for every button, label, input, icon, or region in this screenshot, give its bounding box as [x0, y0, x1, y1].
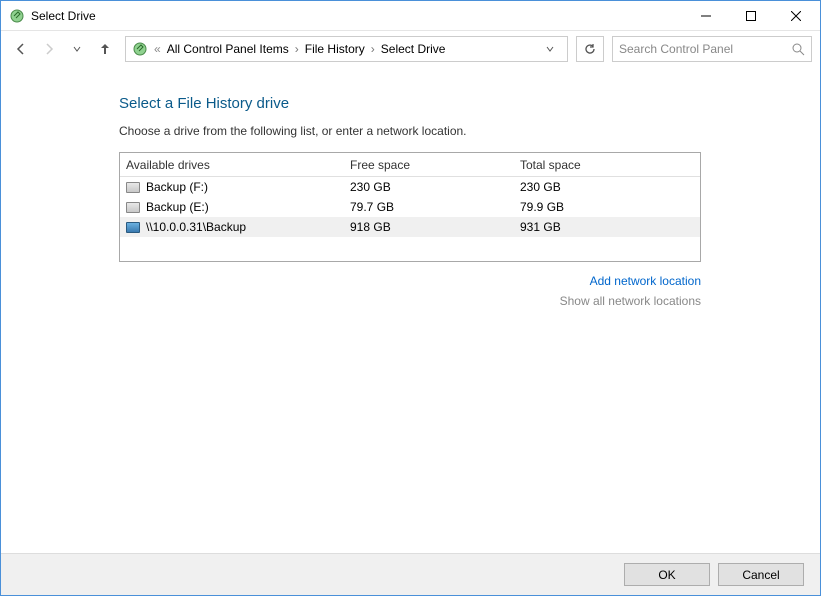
breadcrumb-item[interactable]: All Control Panel Items — [163, 40, 293, 58]
table-header: Available drives Free space Total space — [120, 153, 700, 177]
total-space: 230 GB — [520, 180, 700, 194]
free-space: 230 GB — [350, 180, 520, 194]
search-icon — [791, 42, 805, 56]
chevron-right-icon: › — [371, 42, 375, 56]
total-space: 79.9 GB — [520, 200, 700, 214]
minimize-button[interactable] — [683, 1, 728, 30]
table-row[interactable]: Backup (E:) 79.7 GB79.9 GB — [120, 197, 700, 217]
page-heading: Select a File History drive — [119, 95, 820, 112]
titlebar: Select Drive — [1, 1, 820, 31]
address-dropdown[interactable] — [545, 44, 565, 54]
window-title: Select Drive — [31, 9, 683, 23]
total-space: 931 GB — [520, 220, 700, 234]
app-icon — [9, 8, 25, 24]
back-button[interactable] — [9, 37, 33, 61]
col-header-total[interactable]: Total space — [520, 158, 700, 172]
breadcrumb-prefix: « — [154, 42, 161, 56]
refresh-button[interactable] — [576, 36, 604, 62]
recent-dropdown[interactable] — [65, 37, 89, 61]
ok-button[interactable]: OK — [624, 563, 710, 586]
drive-table: Available drives Free space Total space … — [119, 152, 701, 262]
forward-button[interactable] — [37, 37, 61, 61]
col-header-free[interactable]: Free space — [350, 158, 520, 172]
up-button[interactable] — [93, 37, 117, 61]
maximize-button[interactable] — [728, 1, 773, 30]
cancel-button[interactable]: Cancel — [718, 563, 804, 586]
free-space: 918 GB — [350, 220, 520, 234]
table-row[interactable]: \\10.0.0.31\Backup 918 GB931 GB — [120, 217, 700, 237]
search-box[interactable] — [612, 36, 812, 62]
add-network-link[interactable]: Add network location — [119, 274, 701, 288]
drive-name: Backup (E:) — [146, 200, 209, 214]
drive-name: \\10.0.0.31\Backup — [146, 220, 246, 234]
address-bar[interactable]: « All Control Panel Items › File History… — [125, 36, 568, 62]
breadcrumb-item[interactable]: File History — [301, 40, 369, 58]
close-button[interactable] — [773, 1, 818, 30]
col-header-drives[interactable]: Available drives — [120, 158, 350, 172]
footer: OK Cancel — [1, 553, 820, 595]
location-icon — [132, 41, 148, 57]
drive-icon — [126, 182, 140, 193]
page-subheading: Choose a drive from the following list, … — [119, 124, 820, 138]
drive-icon — [126, 202, 140, 213]
network-drive-icon — [126, 222, 140, 233]
chevron-right-icon: › — [295, 42, 299, 56]
navbar: « All Control Panel Items › File History… — [1, 31, 820, 67]
breadcrumb-item[interactable]: Select Drive — [377, 40, 450, 58]
free-space: 79.7 GB — [350, 200, 520, 214]
links-area: Add network location Show all network lo… — [119, 274, 701, 308]
table-row[interactable]: Backup (F:) 230 GB230 GB — [120, 177, 700, 197]
search-input[interactable] — [619, 42, 791, 56]
show-all-network-link[interactable]: Show all network locations — [119, 294, 701, 308]
drive-name: Backup (F:) — [146, 180, 208, 194]
content-area: Select a File History drive Choose a dri… — [1, 67, 820, 553]
